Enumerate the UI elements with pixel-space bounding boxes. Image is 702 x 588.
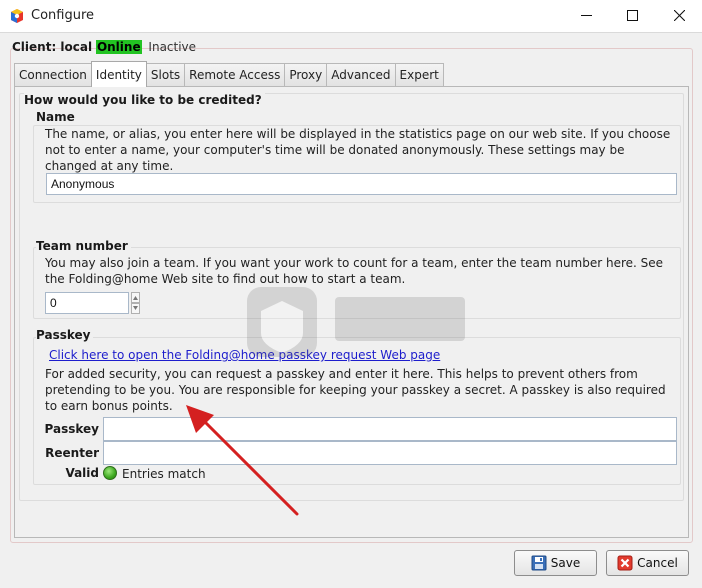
annotation-arrow-icon — [186, 405, 299, 516]
tab-remote-access[interactable]: Remote Access — [184, 63, 286, 86]
tab-connection[interactable]: Connection — [14, 63, 92, 86]
minimize-button[interactable] — [563, 0, 609, 31]
tab-bar: Connection Identity Slots Remote Access … — [14, 61, 444, 87]
name-title: Name — [36, 110, 75, 124]
tab-advanced[interactable]: Advanced — [326, 63, 396, 86]
tab-slots[interactable]: Slots — [145, 63, 186, 86]
team-number-input[interactable] — [45, 292, 129, 314]
save-icon — [531, 555, 547, 571]
watermark-logo — [247, 287, 465, 357]
name-input[interactable] — [46, 173, 677, 195]
maximize-button[interactable] — [609, 0, 655, 31]
team-title: Team number — [36, 239, 131, 253]
client-status-line: Client: local Online Inactive — [12, 40, 196, 54]
client-state: Inactive — [148, 40, 197, 54]
passkey-title: Passkey — [36, 328, 94, 342]
cancel-button[interactable]: Cancel — [606, 550, 689, 576]
tab-expert[interactable]: Expert — [394, 63, 444, 86]
valid-indicator-icon — [103, 466, 117, 480]
maximize-icon — [626, 10, 638, 21]
cancel-label: Cancel — [637, 556, 678, 570]
name-description: The name, or alias, you enter here will … — [45, 127, 671, 173]
passkey-label: Passkey — [44, 422, 99, 436]
tab-identity[interactable]: Identity — [90, 61, 147, 87]
client-label: Client: local — [12, 40, 93, 54]
reenter-label: Reenter — [45, 446, 99, 460]
minimize-icon — [580, 15, 592, 16]
close-icon — [673, 10, 685, 21]
dialog-body: Client: local Online Inactive Connection… — [0, 32, 702, 588]
close-button[interactable] — [656, 0, 702, 31]
team-number-stepper[interactable] — [131, 292, 140, 314]
status-badge: Online — [95, 40, 142, 54]
cancel-icon — [617, 555, 633, 571]
save-button[interactable]: Save — [514, 550, 597, 576]
folding-at-home-icon — [11, 9, 23, 23]
valid-label: Valid — [65, 466, 99, 480]
tab-proxy[interactable]: Proxy — [284, 63, 328, 86]
title-bar: Configure — [0, 0, 702, 32]
window-title: Configure — [31, 8, 95, 23]
passkey-description: For added security, you can request a pa… — [45, 367, 666, 413]
credit-heading: How would you like to be credited? — [24, 93, 265, 107]
save-label: Save — [550, 556, 581, 570]
